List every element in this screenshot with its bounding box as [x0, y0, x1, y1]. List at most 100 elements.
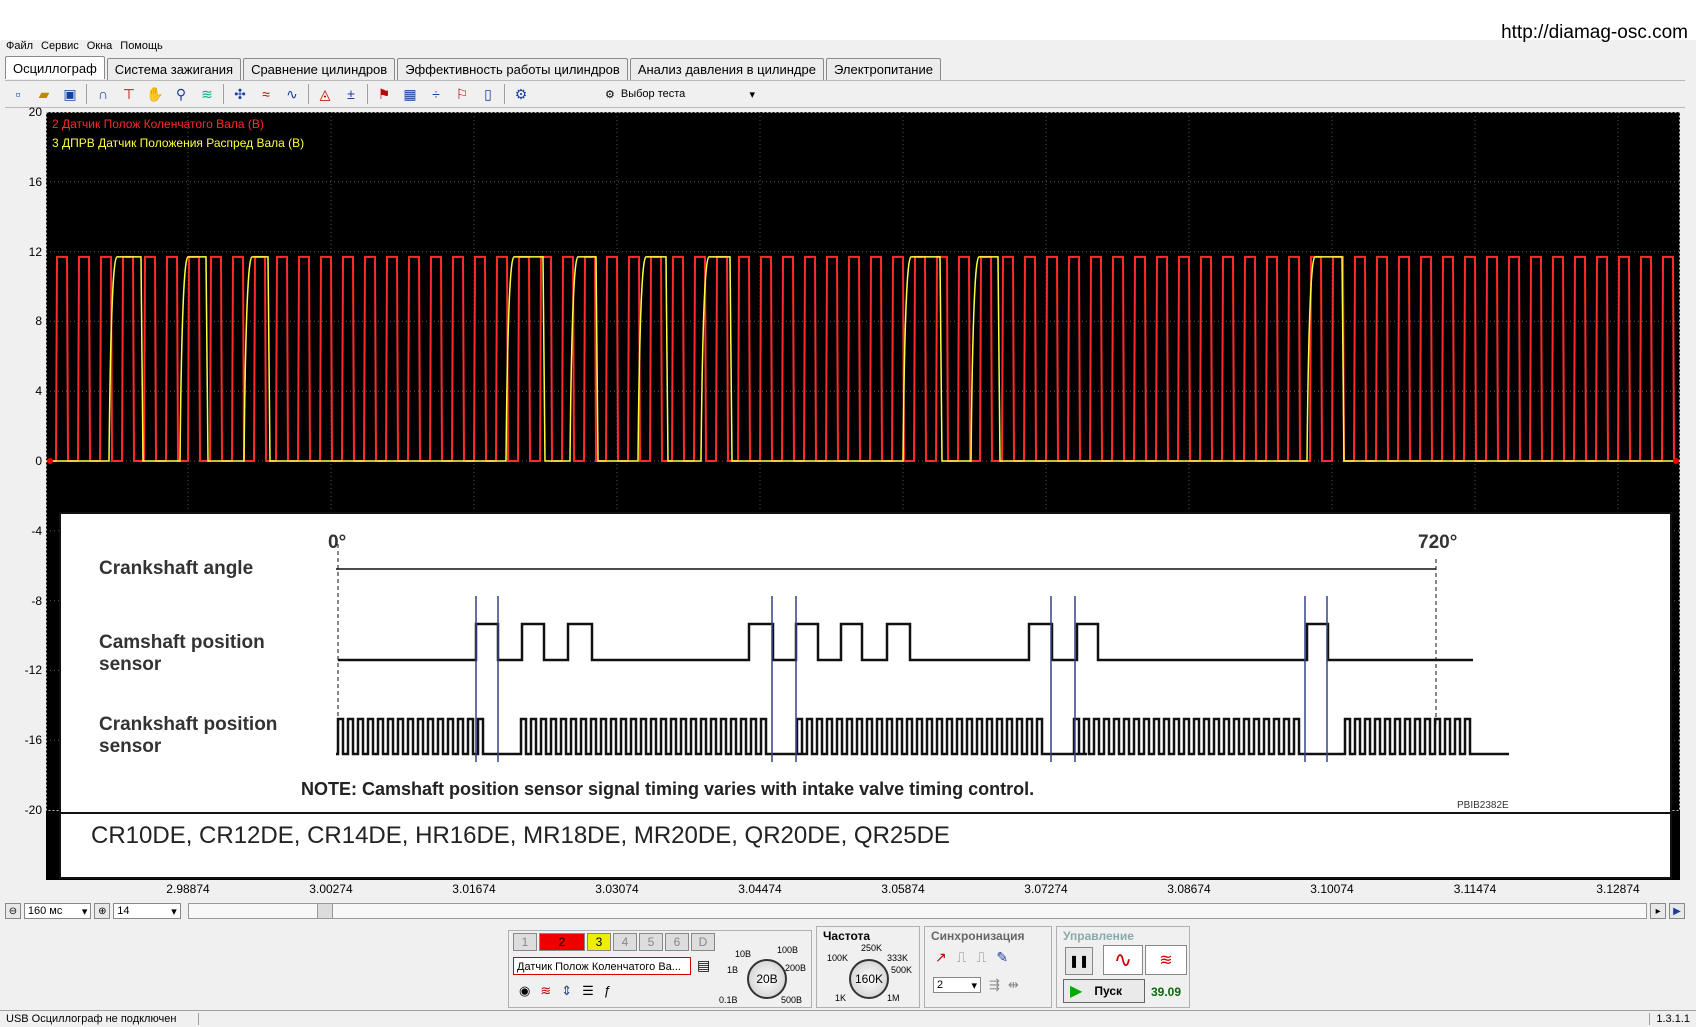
- timebase-select[interactable]: 160 мс ▾: [23, 903, 92, 919]
- grid-icon[interactable]: ▦: [400, 84, 420, 104]
- x-tick-label: 3.01674: [452, 882, 496, 896]
- single-sweep-icon[interactable]: ∿: [1103, 945, 1143, 975]
- scrollbar-thumb[interactable]: [316, 904, 333, 918]
- channel-settings-icon[interactable]: ▤: [697, 957, 710, 974]
- cursor-measure-icon[interactable]: ⊤: [119, 84, 139, 104]
- rising-edge-icon[interactable]: ↗: [935, 949, 947, 966]
- open-folder-icon[interactable]: ▰: [34, 84, 54, 104]
- chevron-down-icon: ▾: [171, 905, 177, 918]
- auto-sync-icon[interactable]: ✎: [996, 949, 1008, 966]
- front-icon[interactable]: ⎍: [957, 949, 967, 966]
- tab-cylinder-efficiency[interactable]: Эффективность работы цилиндров: [397, 58, 628, 80]
- channel-1-button[interactable]: 1: [513, 933, 537, 951]
- page-icon[interactable]: ▯: [478, 84, 498, 104]
- channel-6-button[interactable]: 6: [665, 933, 689, 951]
- channel-name-field[interactable]: Датчик Полож Коленчатого Ва...: [513, 957, 691, 975]
- tab-power-supply[interactable]: Электропитание: [825, 58, 941, 80]
- back-icon[interactable]: ⎍: [977, 949, 987, 966]
- tab-pressure-analysis[interactable]: Анализ давления в цилиндре: [629, 58, 824, 80]
- start-label: Пуск: [1094, 984, 1122, 998]
- flag-icon[interactable]: ⚐: [452, 84, 472, 104]
- fit-signal-icon[interactable]: ≋: [197, 84, 217, 104]
- timing-reference-image: Crankshaft angle 0° 720° Camshaft positi…: [59, 512, 1672, 879]
- save-icon[interactable]: ▣: [60, 84, 80, 104]
- split-icon[interactable]: ÷: [426, 84, 446, 104]
- auto-trigger-icon[interactable]: ◬: [315, 84, 335, 104]
- y-tick-label: -4: [31, 523, 42, 538]
- zoom-icon[interactable]: ⚲: [171, 84, 191, 104]
- zoom-select[interactable]: 14 ▾: [113, 903, 181, 919]
- chevron-down-icon: ▾: [749, 88, 755, 101]
- engine-list: CR10DE, CR12DE, CR14DE, HR16DE, MR18DE, …: [91, 822, 950, 849]
- y-tick-label: 4: [35, 384, 42, 399]
- channel-tools: ◉ ≋ ⇕ ☰ ƒ: [519, 983, 611, 999]
- play-end-icon[interactable]: ▶: [1669, 903, 1685, 919]
- y-tick-label: -8: [31, 593, 42, 608]
- level-icon[interactable]: ⇶: [989, 977, 1000, 993]
- volt-label: 500В: [781, 995, 803, 1005]
- wave-compare-icon[interactable]: ∿: [282, 84, 302, 104]
- marker-icon[interactable]: ⚑: [374, 84, 394, 104]
- frequency-title: Частота: [823, 929, 871, 943]
- sync-channel-select[interactable]: 2 ▾: [933, 977, 981, 993]
- test-select-dropdown[interactable]: ⚙ Выбор теста ▾: [604, 87, 756, 102]
- horizontal-scrollbar[interactable]: [187, 903, 1648, 919]
- title-area: [0, 0, 1696, 40]
- x-tick-label: 3.03074: [595, 882, 639, 896]
- channel-4-button[interactable]: 4: [613, 933, 637, 951]
- filter-icon[interactable]: ✣: [230, 84, 250, 104]
- invert-icon[interactable]: ≋: [540, 983, 551, 999]
- channel-3-button[interactable]: 3: [587, 933, 611, 951]
- toolbar-separator: [367, 84, 368, 104]
- channel-d-button[interactable]: D: [691, 933, 715, 951]
- sync-panel: Синхронизация ↗ ⎍ ⎍ ✎ 2 ▾ ⇶ ⇹: [924, 926, 1052, 1008]
- zoom-out-icon[interactable]: ⊖: [5, 903, 21, 919]
- zoom-in-icon[interactable]: ⊕: [94, 903, 111, 919]
- tab-ignition[interactable]: Система зажигания: [106, 58, 242, 80]
- channel-buttons: 1 2 3 4 5 6 D: [513, 933, 715, 951]
- auto-settings-icon[interactable]: ⚙: [511, 84, 531, 104]
- tab-oscilloscope[interactable]: Осциллограф: [5, 56, 105, 79]
- scroll-row: ⊖ 160 мс ▾ ⊕ 14 ▾ ▸ ▶: [5, 902, 1685, 920]
- x-tick-label: 3.00274: [309, 882, 353, 896]
- y-tick-label: 16: [28, 174, 42, 189]
- y-tick-label: -12: [24, 663, 42, 678]
- toolbar-separator: [504, 84, 505, 104]
- crankshaft-angle-label: Crankshaft angle: [99, 558, 254, 579]
- pause-icon[interactable]: ❚❚: [1065, 947, 1093, 975]
- eye-icon[interactable]: ◉: [519, 983, 530, 999]
- scroll-right-icon[interactable]: ▸: [1650, 903, 1667, 919]
- cursor-arc-icon[interactable]: ∩: [93, 84, 113, 104]
- voltage-dial[interactable]: 20В: [747, 959, 787, 999]
- channel-panel: 1 2 3 4 5 6 D Датчик Полож Коленчатого В…: [508, 930, 812, 1008]
- zero-level-icon[interactable]: ±: [341, 84, 361, 104]
- offset-icon[interactable]: ⇕: [561, 983, 572, 999]
- channel-5-button[interactable]: 5: [639, 933, 663, 951]
- zero-marker: [47, 458, 53, 464]
- channel-2-label: 2 Датчик Полож Коленчатого Вала (В): [52, 117, 264, 131]
- function-icon[interactable]: ƒ: [604, 983, 611, 999]
- continuous-sweep-icon[interactable]: ≋: [1145, 945, 1187, 975]
- sync-title: Синхронизация: [931, 929, 1025, 943]
- chevron-down-icon: ▾: [81, 905, 88, 918]
- shift-icon[interactable]: ⇹: [1008, 977, 1019, 993]
- menu-help[interactable]: Помощь: [120, 40, 163, 58]
- frequency-dial[interactable]: 160K: [849, 959, 889, 999]
- freq-label: 500K: [891, 965, 913, 975]
- hand-pan-icon[interactable]: ✋: [145, 84, 165, 104]
- reference-cam-waveform: [338, 622, 1473, 662]
- new-file-icon[interactable]: ▫: [8, 84, 28, 104]
- lines-icon[interactable]: ☰: [582, 983, 594, 999]
- test-select-label: Выбор теста: [620, 88, 686, 100]
- tab-cylinder-compare[interactable]: Сравнение цилиндров: [243, 58, 396, 80]
- wave-overlay-icon[interactable]: ≈: [256, 84, 276, 104]
- y-tick-label: 0: [35, 454, 42, 468]
- divider: [61, 812, 1670, 814]
- x-tick-label: 2.98874: [166, 882, 210, 896]
- y-tick-label: 12: [28, 244, 42, 259]
- play-icon: ▶: [1070, 983, 1083, 1000]
- start-button[interactable]: ▶ Пуск: [1063, 979, 1145, 1003]
- channel-2-button[interactable]: 2: [539, 933, 585, 951]
- sync-extra: ⇶ ⇹: [989, 977, 1019, 993]
- frequency-panel: Частота 160K 250K 100K 333K 500K 1K 1M: [816, 926, 920, 1008]
